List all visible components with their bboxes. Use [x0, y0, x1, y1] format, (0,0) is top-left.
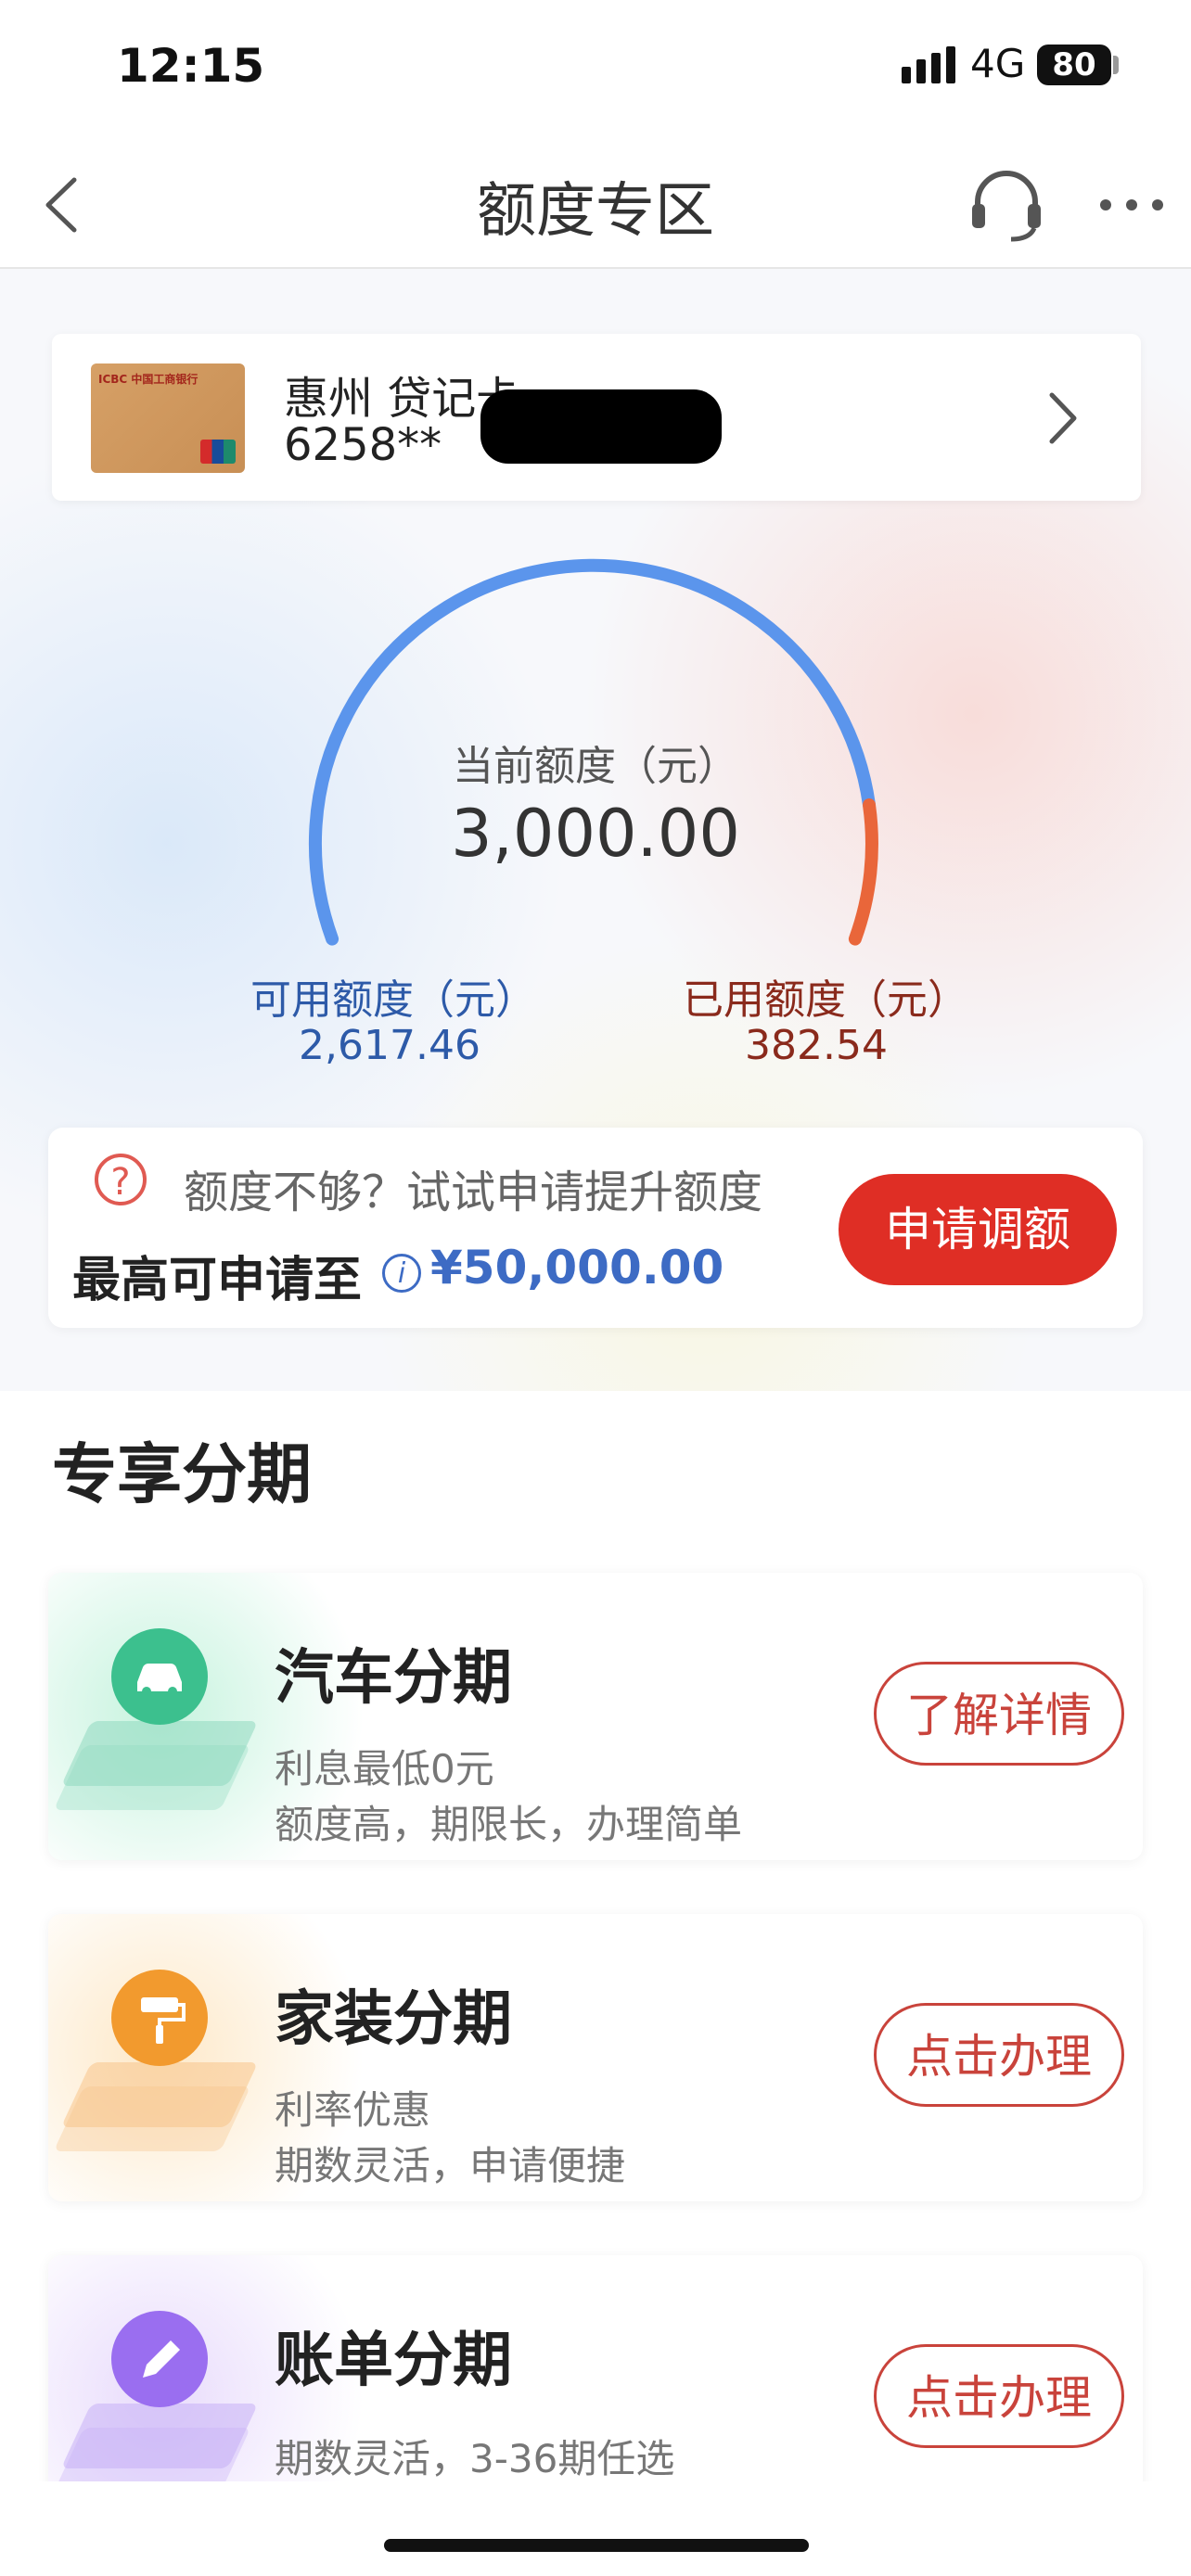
installment-desc-2: 期数灵活，申请便捷 [275, 2143, 626, 2188]
status-bar: 12:15 4G 80 [0, 0, 1191, 139]
used-limit-label: 已用额度（元） [683, 976, 968, 1024]
installment-card-car[interactable]: 汽车分期 利息最低0元 额度高，期限长，办理简单 了解详情 [48, 1573, 1143, 1860]
max-limit-value: ¥50,000.00 [430, 1241, 724, 1294]
installment-card-home[interactable]: 家装分期 利率优惠 期数灵活，申请便捷 点击办理 [48, 1914, 1143, 2201]
installment-name: 家装分期 [275, 1985, 512, 2054]
chevron-right-icon [1049, 392, 1077, 444]
apply-now-button[interactable]: 点击办理 [874, 2003, 1124, 2107]
battery-tip [1113, 56, 1119, 74]
limit-increase-card: ? 额度不够？试试申请提升额度 最高可申请至 i ¥50,000.00 申请调额 [48, 1128, 1143, 1328]
installment-desc-1: 利率优惠 [275, 2087, 431, 2133]
current-limit-label: 当前额度（元） [453, 743, 738, 790]
home-indicator [384, 2539, 809, 2552]
limit-increase-prompt: 额度不够？试试申请提升额度 [184, 1167, 763, 1218]
info-icon[interactable]: i [382, 1254, 421, 1293]
unionpay-logo-icon [200, 440, 236, 464]
icon-plate-shadow [53, 2086, 251, 2151]
icon-plate-shadow [53, 1745, 251, 1810]
available-limit-label: 可用额度（元） [250, 976, 536, 1024]
installment-name: 账单分期 [275, 2327, 512, 2395]
car-icon [111, 1628, 208, 1725]
current-limit-value: 3,000.00 [451, 796, 740, 872]
battery-icon: 80 [1037, 45, 1111, 85]
more-icon[interactable] [1095, 172, 1169, 237]
signal-icon [902, 46, 955, 83]
installment-desc-2: 额度高，期限长，办理简单 [275, 1802, 743, 1847]
learn-more-button[interactable]: 了解详情 [874, 1662, 1124, 1766]
used-limit-value: 382.54 [745, 1022, 888, 1069]
paint-roller-icon [111, 1970, 208, 2066]
question-icon: ? [95, 1154, 147, 1205]
apply-now-button[interactable]: 点击办理 [874, 2344, 1124, 2448]
available-limit-value: 2,617.46 [299, 1022, 480, 1069]
customer-service-icon[interactable] [965, 163, 1048, 247]
pen-icon [111, 2311, 208, 2407]
nav-bar: 额度专区 [0, 139, 1191, 269]
network-type: 4G [970, 41, 1026, 86]
installment-name: 汽车分期 [275, 1644, 512, 1713]
apply-adjust-limit-button[interactable]: 申请调额 [839, 1174, 1117, 1285]
card-selector[interactable]: ICBC 中国工商银行 惠州 贷记卡 6258** [52, 334, 1141, 501]
bank-logo-text: ICBC 中国工商银行 [98, 373, 198, 386]
status-time: 12:15 [117, 39, 265, 93]
installment-desc-1: 期数灵活，3-36期任选 [275, 2436, 675, 2481]
installment-desc-1: 利息最低0元 [275, 1746, 494, 1792]
bank-card-image: ICBC 中国工商银行 [91, 363, 245, 473]
redaction-mark [480, 389, 722, 464]
bottom-safe-area [0, 2481, 1191, 2576]
card-number: 6258** [284, 419, 442, 471]
max-limit-label: 最高可申请至 [72, 1253, 363, 1308]
section-title: 专享分期 [52, 1436, 312, 1512]
